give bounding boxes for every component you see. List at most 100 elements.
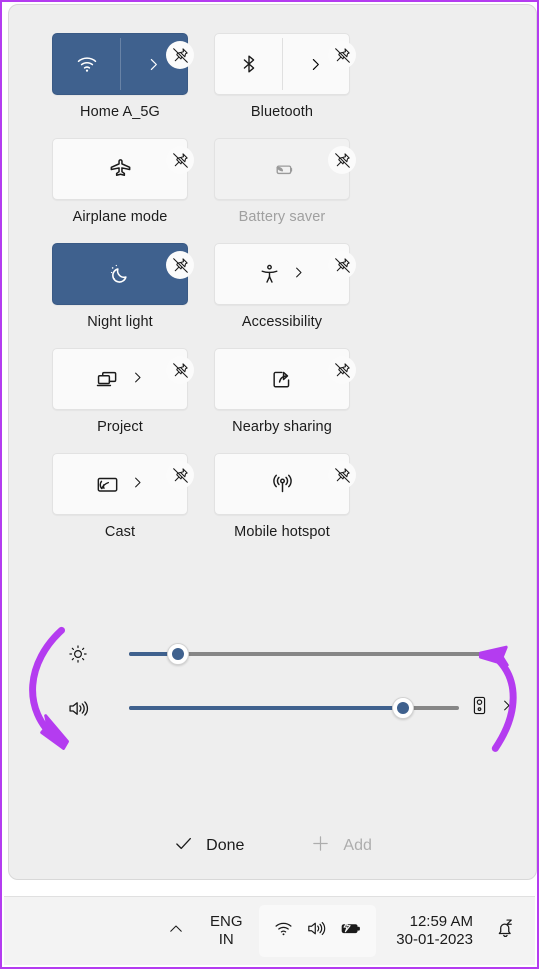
tile-cell-bluetooth: Bluetooth xyxy=(201,19,363,120)
wifi-icon xyxy=(75,52,99,76)
accessibility-icon xyxy=(258,263,281,286)
tile-label-mobile-hotspot: Mobile hotspot xyxy=(234,524,330,540)
tile-airplane-mode[interactable] xyxy=(52,138,194,200)
volume-slider-track[interactable] xyxy=(129,697,459,719)
taskbar: ENG IN 12:59 AM 30-01-2023 xyxy=(4,896,535,965)
unpin-project-button[interactable] xyxy=(166,356,194,384)
tile-label-battery-saver: Battery saver xyxy=(238,209,326,225)
chevron-right-icon xyxy=(130,475,145,493)
tile-label-night-light: Night light xyxy=(87,314,153,330)
quick-settings-sliders xyxy=(9,627,536,735)
brightness-slider-thumb[interactable] xyxy=(166,643,189,665)
unpin-icon xyxy=(172,257,188,273)
chevron-right-icon xyxy=(499,698,514,718)
night-light-icon xyxy=(107,261,133,287)
language-line-1: ENG xyxy=(210,912,243,930)
unpin-icon xyxy=(334,467,350,483)
tile-label-wifi: Home A_5G xyxy=(80,104,160,120)
unpin-nearby-sharing-button[interactable] xyxy=(328,356,356,384)
unpin-icon xyxy=(334,152,350,168)
mobile-hotspot-icon xyxy=(270,472,295,497)
unpin-night-light-button[interactable] xyxy=(166,251,194,279)
battery-saver-icon xyxy=(269,156,296,183)
quick-settings-tile-grid: Home A_5G Bluetooth Airplane mode Batter… xyxy=(9,19,536,544)
unpin-cast-button[interactable] xyxy=(166,461,194,489)
chevron-right-icon xyxy=(150,58,157,70)
tile-nearby-sharing[interactable] xyxy=(214,348,356,410)
cast-icon xyxy=(95,472,120,497)
audio-output-selector[interactable] xyxy=(469,695,514,721)
clock-date: 30-01-2023 xyxy=(396,931,473,948)
unpin-icon xyxy=(172,152,188,168)
tile-cell-mobile-hotspot: Mobile hotspot xyxy=(201,439,363,540)
quick-settings-panel: Home A_5G Bluetooth Airplane mode Batter… xyxy=(8,4,537,880)
language-line-2: IN xyxy=(218,931,234,948)
show-hidden-icons-button[interactable] xyxy=(155,908,197,954)
language-indicator[interactable]: ENG IN xyxy=(197,913,255,950)
unpin-wifi-button[interactable] xyxy=(166,41,194,69)
tile-label-project: Project xyxy=(97,419,143,435)
tile-cell-project: Project xyxy=(39,334,201,435)
tile-cast[interactable] xyxy=(52,453,194,515)
tile-bluetooth[interactable] xyxy=(214,33,356,95)
screen: Home A_5G Bluetooth Airplane mode Batter… xyxy=(0,0,539,969)
clock[interactable]: 12:59 AM 30-01-2023 xyxy=(380,913,485,950)
volume-slider-thumb[interactable] xyxy=(391,697,414,719)
unpin-icon xyxy=(334,47,350,63)
unpin-mobile-hotspot-button[interactable] xyxy=(328,461,356,489)
tile-cell-cast: Cast xyxy=(39,439,201,540)
bluetooth-icon xyxy=(238,53,260,75)
volume-icon xyxy=(306,918,327,944)
quick-settings-tray-button[interactable] xyxy=(259,905,377,957)
battery-charging-icon xyxy=(339,917,362,945)
tile-cell-night-light: Night light xyxy=(39,229,201,330)
speaker-icon xyxy=(469,695,490,721)
chevron-right-icon xyxy=(130,370,145,388)
unpin-accessibility-button[interactable] xyxy=(328,251,356,279)
tile-project-content xyxy=(95,367,145,392)
tile-mobile-hotspot[interactable] xyxy=(214,453,356,515)
notifications-button[interactable] xyxy=(485,917,525,945)
add-button-label: Add xyxy=(343,837,372,854)
system-tray: ENG IN 12:59 AM 30-01-2023 xyxy=(155,905,525,957)
tile-cell-wifi: Home A_5G xyxy=(39,19,201,120)
tile-project[interactable] xyxy=(52,348,194,410)
chevron-right-icon xyxy=(312,58,319,70)
tile-label-airplane-mode: Airplane mode xyxy=(72,209,168,225)
project-icon xyxy=(95,367,120,392)
unpin-battery-saver-button[interactable] xyxy=(328,146,356,174)
brightness-slider-row xyxy=(9,627,536,681)
check-icon xyxy=(173,833,194,859)
tile-label-nearby-sharing: Nearby sharing xyxy=(232,419,332,435)
tile-cell-battery-saver: Battery saver xyxy=(201,124,363,225)
tile-cast-content xyxy=(95,472,145,497)
unpin-icon xyxy=(172,362,188,378)
tile-wifi-toggle[interactable] xyxy=(53,34,120,94)
volume-icon[interactable] xyxy=(65,697,91,720)
tile-cell-accessibility: Accessibility xyxy=(201,229,363,330)
bell-silent-icon xyxy=(494,917,517,945)
tile-accessibility[interactable] xyxy=(214,243,356,305)
tile-label-accessibility: Accessibility xyxy=(241,314,323,330)
volume-slider-row xyxy=(9,681,536,735)
unpin-icon xyxy=(172,467,188,483)
unpin-icon xyxy=(334,257,350,273)
tile-label-bluetooth: Bluetooth xyxy=(250,104,314,120)
chevron-right-icon xyxy=(291,265,306,283)
plus-icon xyxy=(310,833,331,859)
tile-wifi[interactable] xyxy=(52,33,194,95)
airplane-icon xyxy=(108,157,133,182)
done-button[interactable]: Done xyxy=(163,827,254,865)
tile-cell-airplane-mode: Airplane mode xyxy=(39,124,201,225)
brightness-slider-track[interactable] xyxy=(129,643,504,665)
chevron-up-icon xyxy=(167,920,185,943)
tile-bluetooth-toggle[interactable] xyxy=(215,34,282,94)
brightness-icon xyxy=(65,643,91,665)
tile-battery-saver[interactable] xyxy=(214,138,356,200)
unpin-airplane-mode-button[interactable] xyxy=(166,146,194,174)
tile-night-light[interactable] xyxy=(52,243,194,305)
done-button-label: Done xyxy=(206,837,245,854)
unpin-bluetooth-button[interactable] xyxy=(328,41,356,69)
add-button[interactable]: Add xyxy=(300,827,381,865)
tile-accessibility-content xyxy=(258,263,306,286)
